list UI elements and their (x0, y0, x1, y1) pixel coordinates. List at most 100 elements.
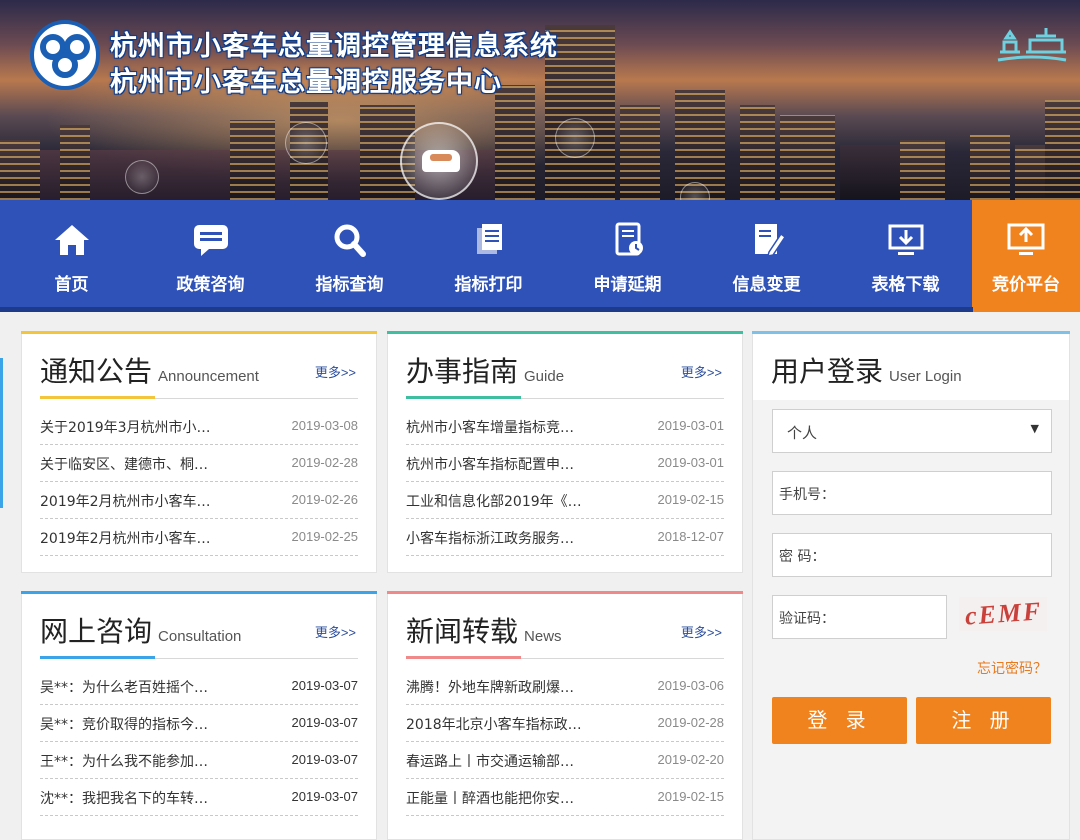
item-date: 2019-03-07 (291, 789, 359, 804)
decorative-bubble (285, 122, 327, 164)
list-item[interactable]: 春运路上丨市交通运输部… 2019-02-20 (406, 742, 724, 779)
panel-top-line (387, 331, 743, 334)
list-item[interactable]: 工业和信息化部2019年《… 2019-02-15 (406, 482, 724, 519)
list-item[interactable]: 关于临安区、建德市、桐… 2019-02-28 (40, 445, 358, 482)
panel-title-cn: 办事指南 (406, 355, 519, 388)
captcha-field[interactable]: 验证码： (772, 595, 947, 639)
item-title: 沈**：我把我名下的车转… (40, 791, 208, 807)
register-button[interactable]: 注 册 (916, 697, 1051, 744)
building (495, 85, 535, 200)
decorative-bubble (125, 160, 159, 194)
panel-title: 通知公告 Announcement (40, 350, 259, 390)
panel-top-line (752, 331, 1070, 334)
more-link[interactable]: 更多>> (681, 362, 722, 381)
captcha-image[interactable]: cEMF (959, 597, 1047, 631)
panel-title-cn: 网上咨询 (40, 615, 153, 648)
item-title: 2019年2月杭州市小客车… (40, 531, 211, 547)
nav-label: 信息变更 (732, 275, 801, 295)
list-item[interactable]: 杭州市小客车指标配置申… 2019-03-01 (406, 445, 724, 482)
more-link[interactable]: 更多>> (315, 362, 356, 381)
list-item[interactable]: 正能量丨醉酒也能把你安… 2019-02-15 (406, 779, 724, 816)
panel-title-en: Guide (524, 368, 565, 385)
item-date: 2019-02-15 (657, 789, 725, 804)
nav-bottom-bar (0, 307, 973, 312)
building (230, 120, 275, 200)
building (840, 145, 900, 200)
item-date: 2019-03-01 (657, 455, 725, 470)
password-input[interactable] (845, 542, 1040, 568)
nav-item-home[interactable]: 首页 (2, 200, 141, 307)
nav-item-policy[interactable]: 政策咨询 (141, 200, 280, 307)
decorative-bubble (555, 118, 595, 158)
building (620, 105, 660, 200)
nav-item-quota-print[interactable]: 指标打印 (419, 200, 558, 307)
panel-title: 新闻转载 News (406, 610, 562, 650)
panel-title-en: Consultation (158, 628, 242, 645)
nav-item-info-change[interactable]: 信息变更 (697, 200, 836, 307)
more-link[interactable]: 更多>> (681, 622, 722, 641)
header-banner: 杭州市小客车总量调控管理信息系统 杭州市小客车总量调控服务中心 (0, 0, 1080, 200)
item-title: 小客车指标浙江政务服务… (406, 531, 574, 547)
list-item[interactable]: 沈**：我把我名下的车转… 2019-03-07 (40, 779, 358, 816)
nav-label: 指标打印 (454, 275, 523, 295)
item-title: 沸腾！外地车牌新政刷爆… (406, 680, 574, 696)
site-subtitle: 杭州市小客车总量调控服务中心 (110, 67, 502, 98)
list-item[interactable]: 小客车指标浙江政务服务… 2018-12-07 (406, 519, 724, 556)
building (1045, 100, 1080, 200)
car-icon (422, 150, 460, 172)
nav-item-extension[interactable]: 申请延期 (558, 200, 697, 307)
list-item[interactable]: 关于2019年3月杭州市小… 2019-03-08 (40, 408, 358, 445)
panel-top-line (21, 591, 377, 594)
account-type-select[interactable]: 个人 ▼ (772, 409, 1052, 453)
list-item[interactable]: 2019年2月杭州市小客车… 2019-02-25 (40, 519, 358, 556)
list-item[interactable]: 沸腾！外地车牌新政刷爆… 2019-03-06 (406, 668, 724, 705)
list-item[interactable]: 吴**：为什么老百姓摇个… 2019-03-07 (40, 668, 358, 705)
panel-title: 网上咨询 Consultation (40, 610, 241, 650)
list-item[interactable]: 2018年北京小客车指标政… 2019-02-28 (406, 705, 724, 742)
account-type-value: 个人 (787, 424, 818, 442)
captcha-input[interactable] (845, 604, 940, 630)
panel-title-en: Announcement (158, 368, 259, 385)
panel-title-en: User Login (889, 368, 962, 385)
list-item[interactable]: 杭州市小客车增量指标竞… 2019-03-01 (406, 408, 724, 445)
chevron-down-icon: ▼ (1030, 422, 1039, 435)
panel-top-line (21, 331, 377, 334)
list-item[interactable]: 吴**：竞价取得的指标今… 2019-03-07 (40, 705, 358, 742)
hangzhou-emblem-icon (30, 20, 100, 90)
phone-input[interactable] (845, 480, 1040, 506)
item-title: 吴**：竞价取得的指标今… (40, 717, 208, 733)
item-title: 正能量丨醉酒也能把你安… (406, 791, 574, 807)
captcha-text: cEMF (964, 597, 1044, 631)
building (740, 105, 775, 200)
login-button[interactable]: 登 录 (772, 697, 907, 744)
nav-item-bidding-platform[interactable]: 竞价平台 (972, 200, 1080, 312)
list-item[interactable]: 王**：为什么我不能参加… 2019-03-07 (40, 742, 358, 779)
item-date: 2019-02-28 (657, 715, 725, 730)
phone-field[interactable]: 手机号： (772, 471, 1052, 515)
nav-label: 表格下载 (871, 275, 940, 295)
announcement-list: 关于2019年3月杭州市小… 2019-03-08 关于临安区、建德市、桐… 201… (40, 408, 358, 556)
title-underline (406, 396, 521, 399)
document-clock-icon (615, 222, 643, 256)
chat-icon (193, 225, 228, 256)
list-item[interactable]: 2019年2月杭州市小客车… 2019-02-26 (40, 482, 358, 519)
search-icon (334, 224, 366, 257)
more-link[interactable]: 更多>> (315, 622, 356, 641)
side-accent-bar (0, 358, 3, 508)
guide-list: 杭州市小客车增量指标竞… 2019-03-01 杭州市小客车指标配置申… 2019-… (406, 408, 724, 556)
consultation-panel: 网上咨询 Consultation 更多>> 吴**：为什么老百姓摇个… 2019-… (21, 591, 377, 840)
item-title: 工业和信息化部2019年《… (406, 494, 582, 510)
nav-item-quota-query[interactable]: 指标查询 (280, 200, 419, 307)
item-date: 2019-02-25 (291, 529, 359, 544)
item-title: 关于2019年3月杭州市小… (40, 420, 211, 436)
main-nav: 首页 政策咨询 指标查询 指标打印 申请延期 信息变更 表格下载 竞价平台 (0, 200, 1080, 312)
forgot-password-link[interactable]: 忘记密码？ (977, 658, 1047, 678)
password-field[interactable]: 密 码： (772, 533, 1052, 577)
nav-item-form-download[interactable]: 表格下载 (836, 200, 975, 307)
download-icon (888, 224, 923, 255)
captcha-label: 验证码： (779, 611, 835, 627)
building (900, 140, 945, 200)
building (60, 125, 90, 200)
panel-title-cn: 用户登录 (771, 355, 884, 388)
item-date: 2019-02-15 (657, 492, 725, 507)
